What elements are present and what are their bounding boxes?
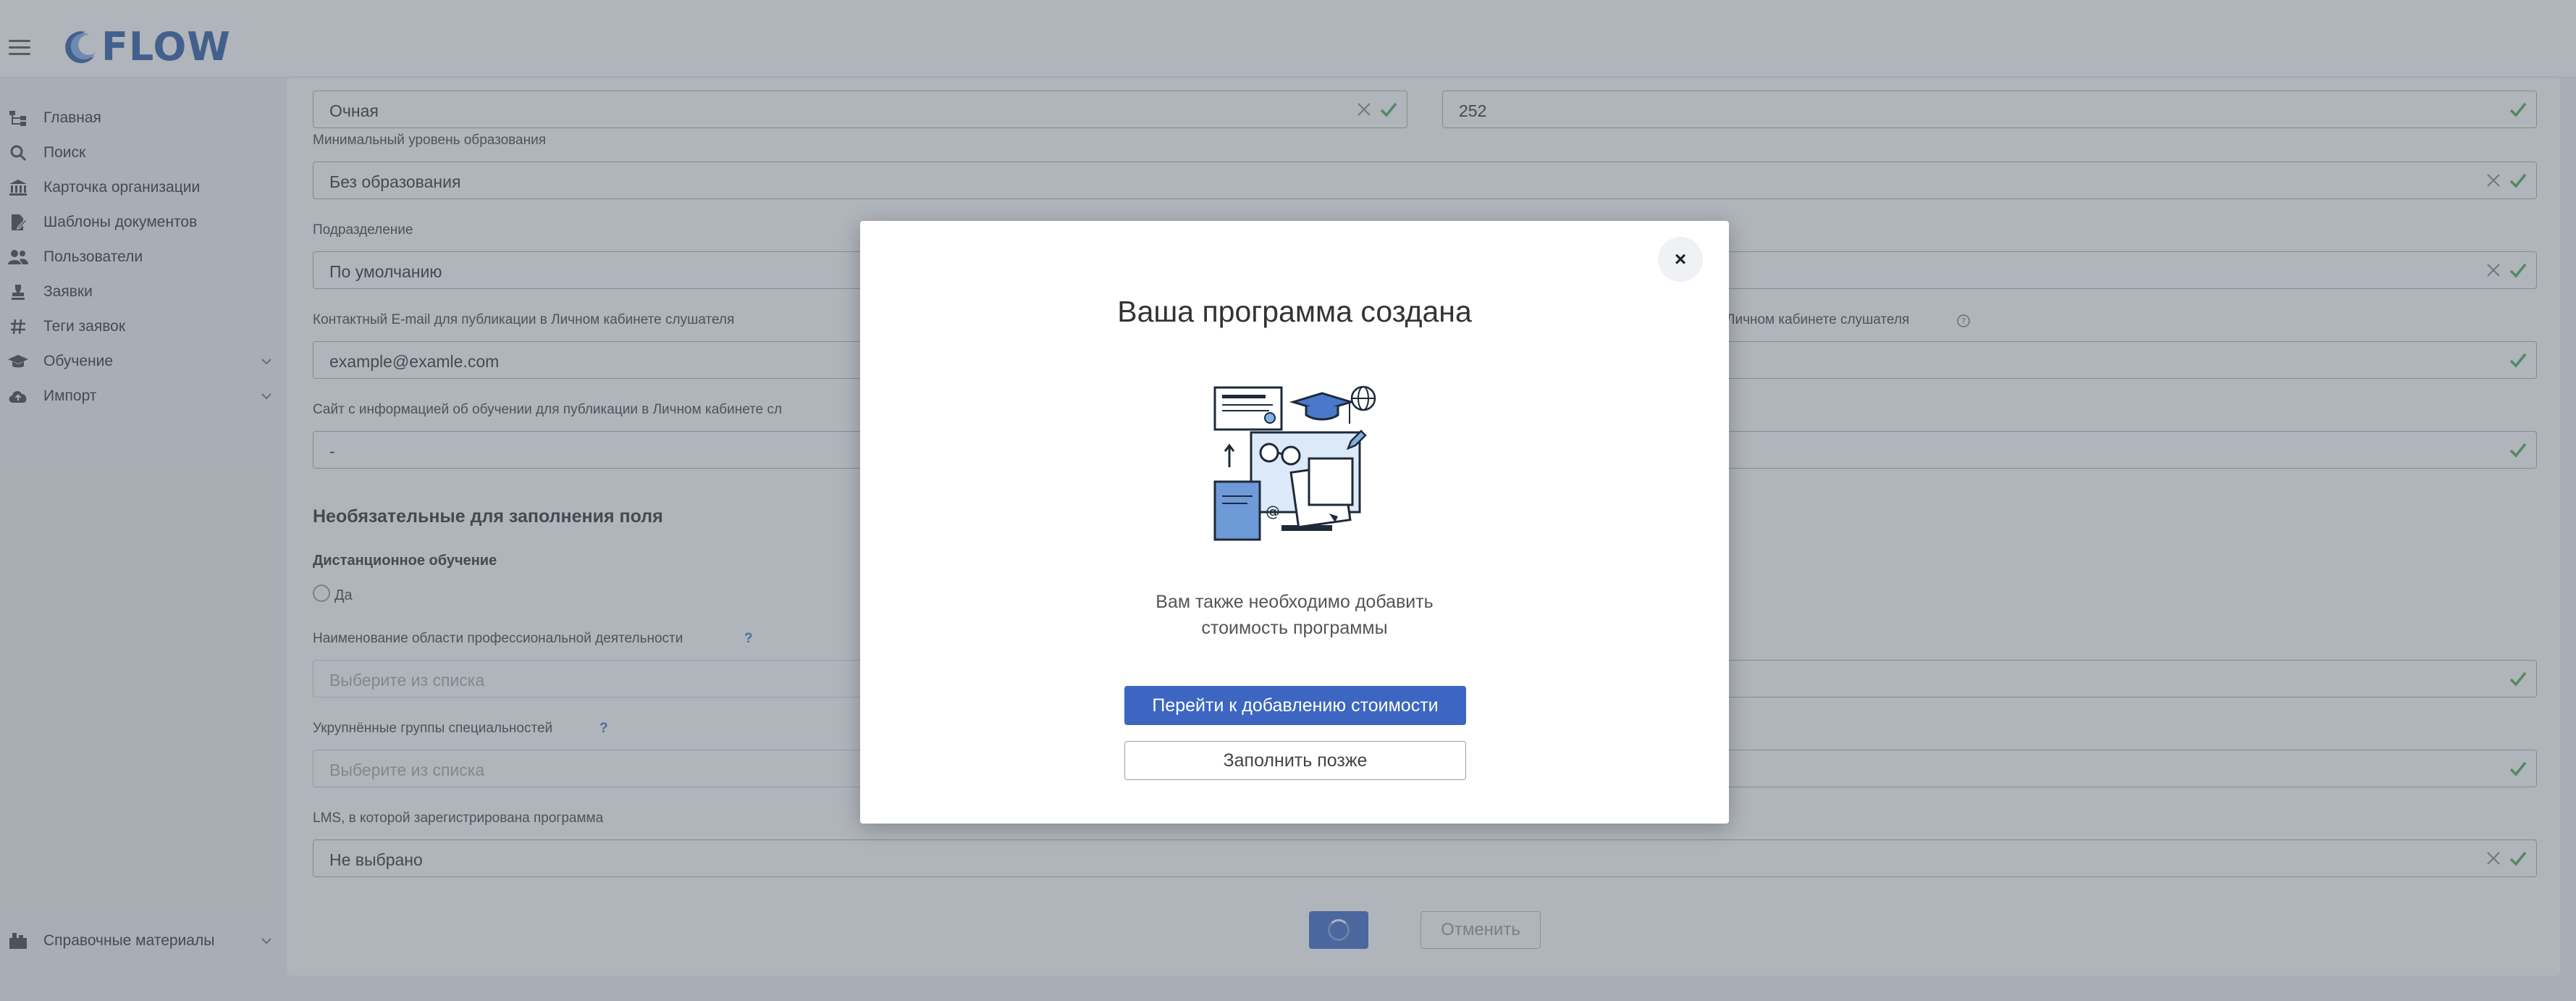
dialog-title: Ваша программа создана bbox=[1117, 295, 1472, 328]
fill-later-button[interactable]: Заполнить позже bbox=[1124, 741, 1466, 780]
dialog-message: Вам также необходимо добавить стоимость … bbox=[1156, 592, 1434, 638]
education-illustration: @ bbox=[1213, 385, 1376, 541]
add-cost-button[interactable]: Перейти к добавлению стоимости bbox=[1124, 686, 1466, 725]
svg-text:@: @ bbox=[1266, 503, 1280, 520]
program-created-dialog: × Ваша программа создана @ Вам также нео… bbox=[860, 221, 1729, 824]
close-button[interactable]: × bbox=[1658, 237, 1703, 282]
